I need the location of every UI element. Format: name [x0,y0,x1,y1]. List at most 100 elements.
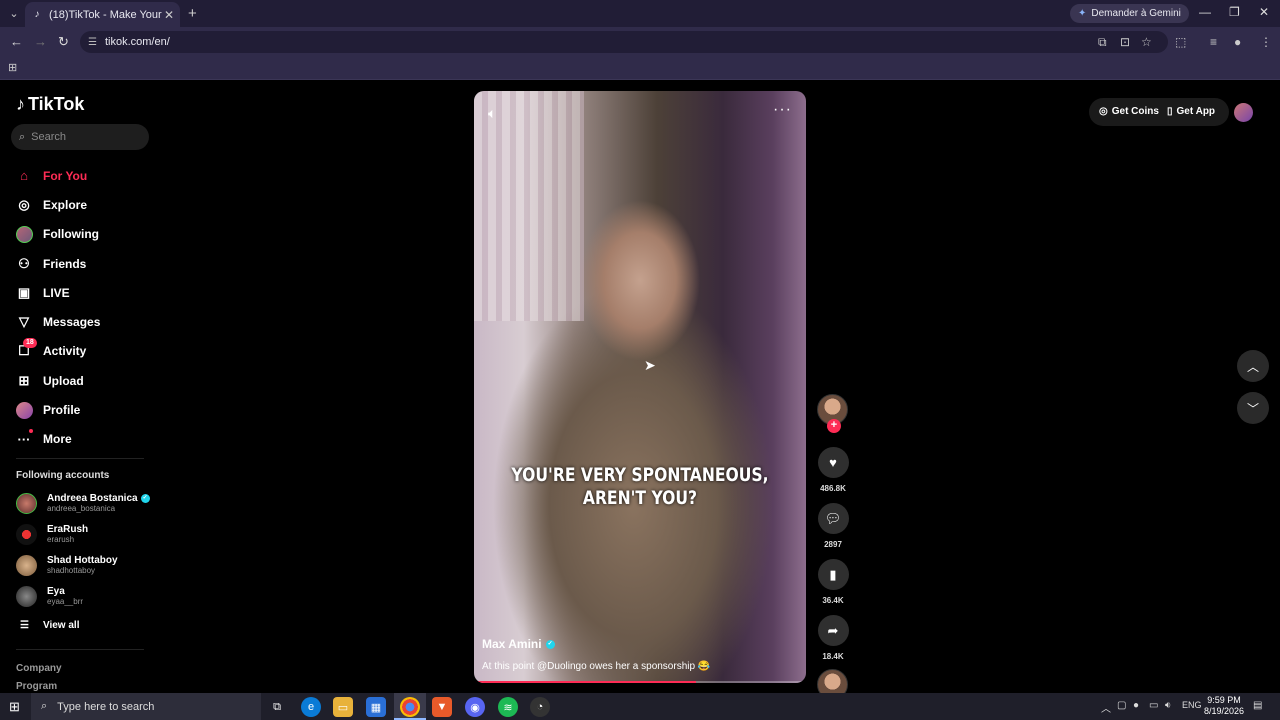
footer-link-program[interactable]: Program [16,681,57,692]
gemini-button[interactable]: ✦ Demander à Gemini [1070,4,1189,23]
url-text: tikok.com/en/ [104,36,170,48]
tab-title: (18)TikTok - Make Your Day [49,8,164,21]
close-window-icon[interactable]: ✕ [1259,5,1269,19]
tiktok-logo[interactable]: ♪ TikTok [16,94,84,115]
task-view-icon[interactable]: ⧉ [267,697,287,717]
extensions-icon[interactable]: ⬚ [1175,35,1186,49]
get-coins-button[interactable]: ◎ Get Coins [1099,106,1159,117]
app-icon[interactable]: ◔ [530,697,550,717]
search-box[interactable]: ⌕ [11,124,149,150]
restore-icon[interactable]: ❐ [1229,5,1240,19]
profile-icon[interactable]: ● [1234,35,1241,49]
network-icon[interactable]: ▭ [1149,700,1158,711]
comment-button[interactable]: 💬︎ [817,503,849,534]
following-account[interactable]: Andreea Bostanica ✓ andreea_bostanica [16,489,166,517]
language-indicator[interactable]: ENG [1182,700,1202,710]
live-icon: ▣ [17,284,31,300]
minimize-icon[interactable]: — [1199,5,1211,19]
site-info-icon[interactable]: ☰ [88,37,97,48]
account-avatar [16,554,37,576]
reload-icon[interactable]: ↻ [58,34,69,50]
windows-start-icon[interactable]: ⊞ [9,699,20,715]
file-explorer-icon[interactable]: ▭ [333,697,353,717]
more-notification-dot [29,428,33,433]
share-button[interactable]: ➦ [817,615,849,646]
following-avatar-icon [16,225,33,243]
nav-more[interactable]: ··· More [16,425,156,454]
nav-live[interactable]: ▣ LIVE [16,278,156,307]
notification-icon[interactable]: ▤ [1253,700,1262,711]
video-progress-bar[interactable] [474,681,806,683]
creator-avatar[interactable]: + [817,394,848,433]
plus-square-icon: ⊞ [18,372,30,388]
bookmark-star-icon[interactable]: ☆ [1141,35,1152,49]
browser-menu-icon[interactable]: ⋮ [1260,35,1272,49]
send-icon: ▽ [19,314,29,330]
account-avatar [16,492,37,514]
search-input[interactable] [31,131,132,143]
share-arrow-icon: ➦ [827,622,839,638]
discord-icon[interactable]: ◉ [465,697,485,717]
nav-label: Activity [43,344,87,359]
store-icon[interactable]: ▦ [366,697,386,717]
nav-profile[interactable]: Profile [16,395,156,424]
save-button[interactable]: ▮ [817,559,849,590]
microphone-icon[interactable]: ● [1133,700,1139,711]
bookmark-icon: ▮ [829,566,837,582]
verified-icon: ✓ [545,639,555,649]
following-account[interactable]: Shad Hottaboy shadhottaboy [16,551,166,579]
browser-tab[interactable]: ♪ (18)TikTok - Make Your Day ✕ [25,2,180,27]
compass-icon: ◎ [18,196,30,212]
nav-following[interactable]: Following [16,220,156,249]
brave-icon[interactable]: ▼ [432,697,452,717]
volume-icon[interactable]: 🔈︎ [488,105,496,122]
media-controls-icon[interactable]: ≡ [1210,35,1217,49]
tray-chevron-icon[interactable]: ︿ [1101,700,1111,715]
account-handle: erarush [47,535,75,544]
nav-explore[interactable]: ◎ Explore [16,190,156,219]
get-app-button[interactable]: ▯ Get App [1167,106,1215,117]
tiktok-favicon-icon: ♪ [34,8,40,20]
new-tab-button[interactable]: + [188,5,197,22]
translate-icon[interactable]: ⧉ [1098,35,1107,50]
video-description: At this point @Duolingo owes her a spons… [482,661,711,672]
nav-label: Messages [43,315,101,330]
taskbar-search[interactable]: ⌕ Type here to search [31,693,261,720]
nav-friends[interactable]: ⚇ Friends [16,249,156,278]
view-all-button[interactable]: ☰ View all [20,620,79,631]
chevron-down-icon: ﹀ [1246,401,1259,416]
previous-video-button[interactable]: ︿ [1237,350,1269,382]
edge-icon[interactable]: e [301,697,321,717]
spotify-icon[interactable]: ≋ [498,697,518,717]
taskbar-clock[interactable]: 9:59 PM 8/19/2026 [1204,695,1244,717]
following-account[interactable]: EraRush erarush [16,520,166,548]
address-bar[interactable]: ☰ tikok.com/en/ [80,31,1168,53]
nav-label: More [43,432,72,447]
install-app-icon[interactable]: ⊡ [1120,35,1130,49]
video-more-icon[interactable]: ··· [773,101,792,119]
footer-link-company[interactable]: Company [16,663,62,674]
video-author[interactable]: Max Amini ✓ [482,637,555,651]
taskbar-search-placeholder: Type here to search [57,700,155,713]
nav-activity[interactable]: ☐ 18 Activity [16,337,156,366]
follow-plus-icon[interactable]: + [827,419,841,433]
close-tab-icon[interactable]: ✕ [164,8,174,22]
video-player[interactable]: 🔈︎ ··· ➤ YOU'RE VERY SPONTANEOUS, AREN'T… [474,91,806,683]
tiktok-page: ♪ TikTok ⌕ ⌂ For You ◎ Explore Following… [0,81,1280,700]
forward-icon[interactable]: → [34,34,47,49]
speaker-icon[interactable]: 🔉︎ [1165,700,1171,711]
nav-upload[interactable]: ⊞ Upload [16,366,156,395]
user-avatar[interactable] [1234,103,1253,122]
chrome-icon[interactable] [400,697,420,717]
nav-messages[interactable]: ▽ Messages [16,307,156,336]
following-account[interactable]: Eya eyaa__brr [16,582,166,610]
apps-grid-icon[interactable]: ⊞ [8,61,17,74]
like-button[interactable]: ♥ [817,447,849,478]
logo-text: TikTok [28,94,85,114]
nav-for-you[interactable]: ⌂ For You [16,161,156,190]
tray-device-icon[interactable]: ▢ [1117,700,1126,711]
coin-icon: ◎ [1099,106,1108,117]
back-icon[interactable]: ← [10,34,23,49]
tab-search-dropdown-icon[interactable]: ⌄ [3,3,25,25]
next-video-button[interactable]: ﹀ [1237,392,1269,424]
